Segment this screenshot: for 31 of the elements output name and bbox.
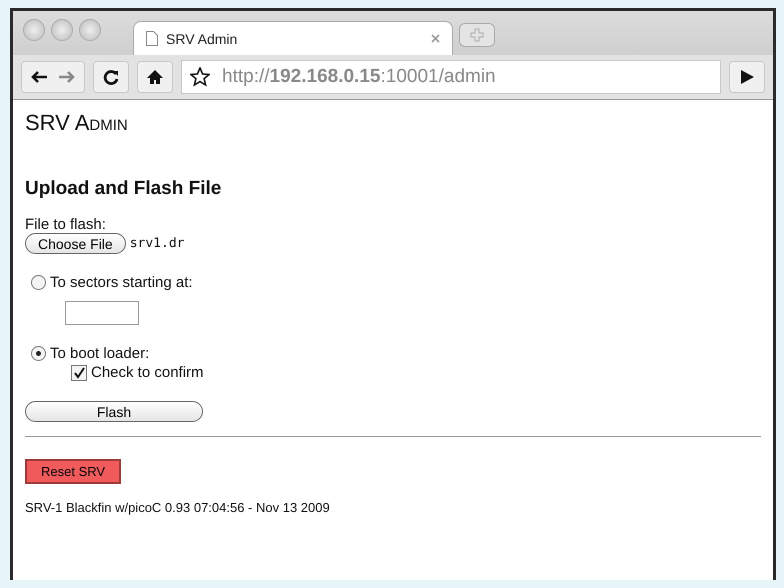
page-title: SRV Admin [25, 110, 128, 136]
reload-icon [102, 68, 120, 86]
choose-file-button[interactable]: Choose File [25, 233, 126, 254]
version-text: SRV-1 Blackfin w/picoC 0.93 07:04:56 - Nov 13 2009 [25, 500, 330, 515]
section-heading: Upload and Flash File [25, 178, 222, 200]
radio-button[interactable] [31, 346, 46, 361]
checkbox[interactable] [71, 364, 87, 380]
back-icon [30, 70, 48, 84]
field-label: File to flash: [25, 216, 106, 233]
go-button[interactable] [729, 61, 765, 93]
reset-button[interactable]: Reset SRV [25, 459, 122, 484]
flash-button[interactable]: Flash [25, 401, 203, 422]
address-bar[interactable]: http://192.168.0.15:10001/admin [181, 60, 721, 94]
forward-icon [58, 70, 76, 84]
play-icon [740, 70, 754, 84]
radio-label: To boot loader: [50, 345, 150, 362]
home-button[interactable] [137, 61, 173, 93]
plus-icon [470, 28, 484, 42]
checkbox-label: Check to confirm [91, 364, 204, 381]
close-icon[interactable] [431, 34, 440, 43]
browser-tab[interactable]: SRV Admin [133, 21, 453, 55]
back-forward-button[interactable] [21, 61, 85, 93]
star-icon[interactable] [190, 67, 210, 87]
sector-input-field[interactable] [65, 301, 139, 325]
page-icon [146, 31, 158, 46]
file-name: srv1.dr [130, 236, 184, 251]
radio-label: To sectors starting at: [50, 274, 193, 291]
reload-button[interactable] [93, 61, 129, 93]
radio-button[interactable] [31, 275, 46, 290]
home-icon [146, 69, 164, 85]
url-text: http://192.168.0.15:10001/admin [222, 66, 496, 88]
